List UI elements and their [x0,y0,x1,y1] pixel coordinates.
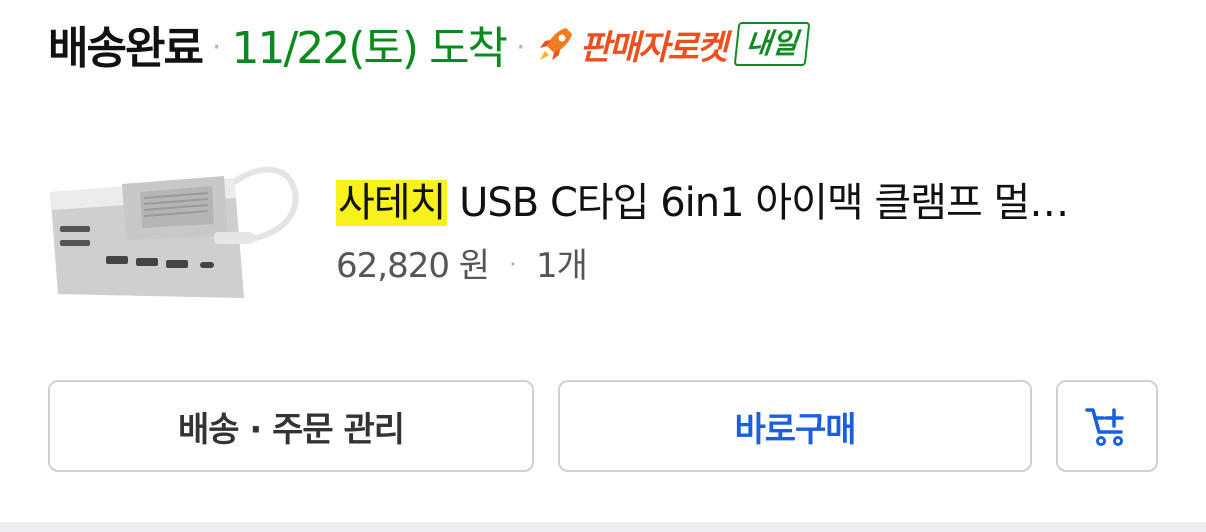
manage-order-button[interactable]: 배송 · 주문 관리 [48,380,534,472]
price-row: 62,820 원 · 1개 [336,238,588,287]
manage-order-label: 배송 · 주문 관리 [177,409,405,450]
rocket-icon [539,28,572,60]
product-title[interactable]: 사테치 USB C타입 6in1 아이맥 클램프 멀… [336,170,1156,228]
rocket-delivery-badge: 판매자로켓 내일 [536,20,810,69]
separator-dot: · [508,250,517,280]
product-title-text: USB C타입 6in1 아이맥 클램프 멀… [447,180,1069,226]
buy-now-label: 바로구매 [734,409,856,450]
tomorrow-badge: 내일 [733,22,810,66]
section-divider [0,522,1206,532]
rocket-label: 판매자로켓 [579,27,728,68]
product-quantity: 1개 [535,246,588,286]
delivery-status-row: 배송완료 · 11/22(토) 도착 · 판매자로켓 내일 [48,14,810,74]
buy-now-button[interactable]: 바로구매 [558,380,1032,472]
add-to-cart-icon [1085,408,1124,446]
arrival-date: 11/22(토) 도착 [231,23,508,74]
add-to-cart-button[interactable] [1056,380,1158,472]
delivery-status: 배송완료 [48,23,204,74]
product-brand: 사테치 [336,180,448,226]
product-image[interactable] [44,148,306,312]
separator-dot: · [516,29,526,65]
separator-dot: · [211,29,222,65]
product-price: 62,820 원 [336,246,490,286]
order-card: 배송완료 · 11/22(토) 도착 · 판매자로켓 내일 사테치 USB C타… [0,0,1206,522]
